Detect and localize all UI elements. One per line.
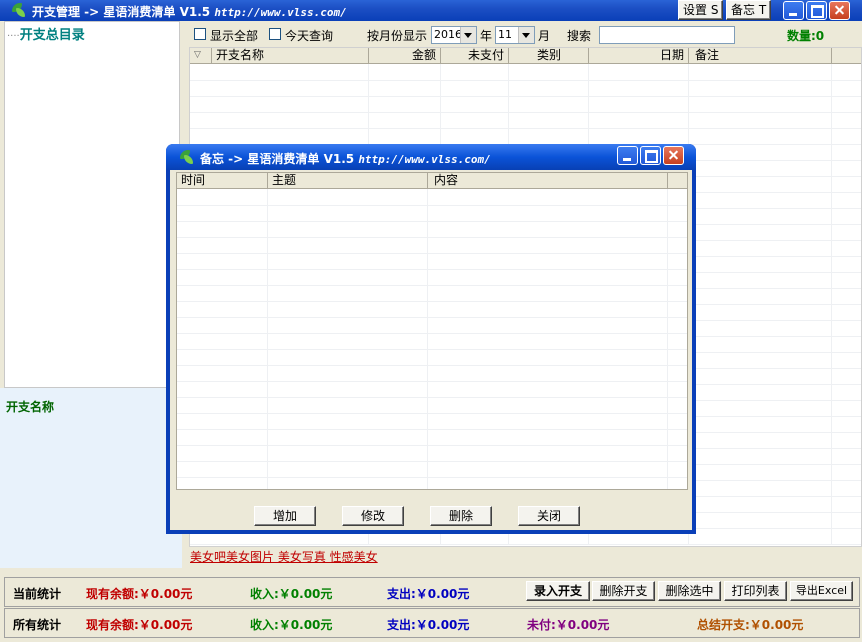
memo-edit-button[interactable]: 修改 (342, 506, 404, 526)
all-unpaid: 未付:￥0.00元 (527, 618, 610, 632)
today-checkbox[interactable] (269, 28, 281, 40)
all-stats-title: 所有统计 (13, 618, 62, 632)
current-income: 收入:￥0.00元 (250, 587, 333, 601)
grid-row-line (177, 317, 687, 318)
app-leaf-icon (10, 2, 26, 18)
minimize-icon[interactable] (783, 1, 804, 20)
grid-row-line (177, 461, 687, 462)
memo-maximize-icon[interactable] (640, 146, 661, 165)
grid-row-line (177, 301, 687, 302)
grid-column-line (267, 189, 268, 489)
grid-row-line (177, 333, 687, 334)
memo-column-content[interactable]: 内容 (428, 173, 668, 189)
grid-row-line (190, 112, 861, 113)
memo-body: 时间 主题 内容 增加 修改 删除 关闭 (170, 170, 692, 530)
print-list-button[interactable]: 打印列表 (724, 581, 787, 601)
grid-row-line (177, 269, 687, 270)
month-unit: 月 (538, 29, 551, 43)
grid-row-line (177, 253, 687, 254)
search-label: 搜索 (567, 29, 592, 43)
today-label[interactable]: 今天查询 (285, 27, 333, 44)
delete-expense-button[interactable]: 删除开支 (592, 581, 655, 601)
memo-button[interactable]: 备忘 T (726, 0, 772, 20)
grid-row-line (190, 128, 861, 129)
tree-root-item[interactable]: ····开支总目录 (7, 24, 85, 43)
grid-row-line (177, 397, 687, 398)
main-title-bar[interactable]: 开支管理 -> 星语消费清单 V1.5 http://www.vlss.com/… (0, 0, 862, 21)
detail-label: 开支名称 (6, 400, 55, 414)
maximize-icon[interactable] (806, 1, 827, 20)
month-select[interactable]: 11 (495, 26, 535, 44)
grid-row-line (190, 544, 861, 545)
add-expense-button[interactable]: 录入开支 (526, 581, 590, 601)
column-header-note[interactable]: 备注 (689, 48, 832, 64)
column-header-name[interactable]: 开支名称 (212, 48, 369, 64)
grid-row-line (177, 205, 687, 206)
chevron-down-icon[interactable] (460, 27, 476, 43)
column-header-date[interactable]: 日期 (589, 48, 689, 64)
main-window-title: 开支管理 -> 星语消费清单 V1.5 http://www.vlss.com/ (32, 5, 347, 19)
current-stats-title: 当前统计 (13, 587, 62, 601)
memo-delete-button[interactable]: 删除 (430, 506, 492, 526)
close-icon[interactable] (829, 1, 850, 20)
category-tree[interactable]: ····开支总目录 (4, 21, 180, 388)
grid-row-line (190, 96, 861, 97)
memo-column-subject[interactable]: 主题 (268, 173, 428, 189)
delete-selected-button[interactable]: 删除选中 (658, 581, 721, 601)
current-balance: 现有余额:￥0.00元 (86, 587, 193, 601)
memo-window-title: 备忘 -> 星语消费清单 V1.5 http://www.vlss.com/ (200, 152, 491, 166)
all-total: 总结开支:￥0.00元 (697, 618, 804, 632)
settings-button[interactable]: 设置 S (678, 0, 724, 20)
month-filter-label: 按月份显示 (367, 29, 428, 43)
memo-column-filler (668, 173, 687, 189)
tree-connector-icon: ···· (7, 31, 20, 42)
record-count: 数量:0 (787, 29, 825, 43)
memo-close-button[interactable]: 关闭 (518, 506, 580, 526)
column-header-amount[interactable]: 金额 (369, 48, 441, 64)
all-expense: 支出:￥0.00元 (387, 618, 470, 632)
grid-row-line (177, 285, 687, 286)
column-header-category[interactable]: 类别 (509, 48, 589, 64)
grid-column-line (427, 189, 428, 489)
grid-row-line (177, 365, 687, 366)
current-stats-bar: 当前统计 现有余额:￥0.00元 收入:￥0.00元 支出:￥0.00元 录入开… (4, 577, 860, 607)
memo-leaf-icon (178, 149, 194, 165)
search-input[interactable] (599, 26, 735, 44)
grid-row-line (177, 413, 687, 414)
export-excel-button[interactable]: 导出Excel (790, 581, 853, 601)
memo-title-bar[interactable]: 备忘 -> 星语消费清单 V1.5 http://www.vlss.com/ (166, 144, 696, 170)
memo-minimize-icon[interactable] (617, 146, 638, 165)
year-unit: 年 (480, 29, 493, 43)
show-all-label[interactable]: 显示全部 (210, 27, 258, 44)
column-header-filler (832, 48, 861, 64)
current-expense: 支出:￥0.00元 (387, 587, 470, 601)
year-select[interactable]: 2016 (431, 26, 477, 44)
memo-column-time[interactable]: 时间 (177, 173, 268, 189)
column-header-unpaid[interactable]: 未支付 (441, 48, 509, 64)
memo-table[interactable]: 时间 主题 内容 (176, 172, 688, 490)
grid-column-line (667, 189, 668, 489)
grid-row-line (177, 237, 687, 238)
memo-dialog[interactable]: 备忘 -> 星语消费清单 V1.5 http://www.vlss.com/ 时… (166, 144, 696, 534)
grid-row-line (190, 80, 861, 81)
ad-link[interactable]: 美女吧美女图片 美女写真 性感美女 (190, 548, 378, 565)
sort-icon[interactable]: ▽ (190, 48, 212, 64)
show-all-checkbox[interactable] (194, 28, 206, 40)
grid-row-line (177, 349, 687, 350)
detail-panel: 开支名称 (0, 388, 182, 568)
grid-column-line (831, 64, 832, 544)
all-income: 收入:￥0.00元 (250, 618, 333, 632)
memo-close-icon[interactable] (663, 146, 684, 165)
grid-row-line (177, 477, 687, 478)
chevron-down-icon[interactable] (518, 27, 534, 43)
all-balance: 现有余额:￥0.00元 (86, 618, 193, 632)
grid-row-line (177, 445, 687, 446)
memo-add-button[interactable]: 增加 (254, 506, 316, 526)
all-stats-bar: 所有统计 现有余额:￥0.00元 收入:￥0.00元 支出:￥0.00元 未付:… (4, 608, 860, 638)
grid-row-line (177, 221, 687, 222)
grid-row-line (177, 381, 687, 382)
grid-row-line (177, 429, 687, 430)
